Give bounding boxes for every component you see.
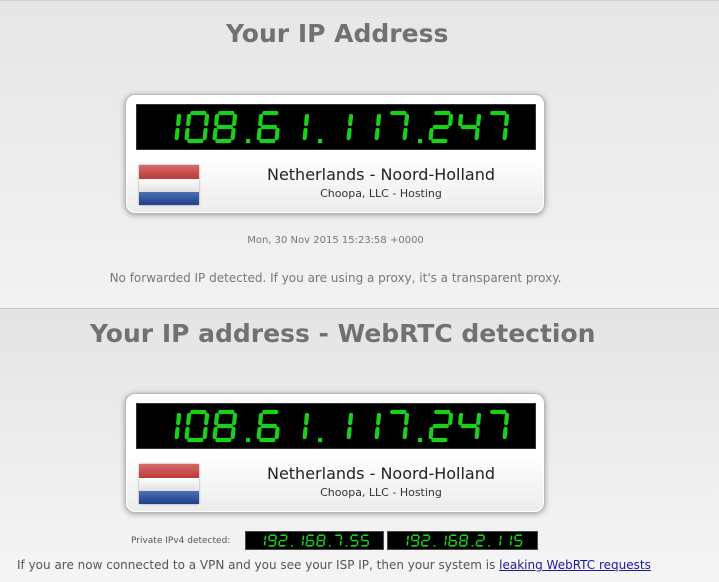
private-ip-digits-2 bbox=[406, 534, 523, 547]
led-digit bbox=[184, 110, 210, 144]
private-ip-display bbox=[387, 531, 538, 550]
led-digit bbox=[390, 409, 410, 440]
ip-card: Netherlands - Noord-Holland Choopa, LLC … bbox=[125, 94, 545, 214]
led-dot bbox=[318, 138, 323, 144]
webrtc-ip-card: Netherlands - Noord-Holland Choopa, LLC … bbox=[125, 393, 545, 513]
webrtc-isp-text: Choopa, LLC - Hosting bbox=[320, 486, 442, 499]
netherlands-flag-icon bbox=[139, 464, 199, 504]
vpn-note: If you are now connected to a VPN and yo… bbox=[17, 558, 651, 572]
private-ip-display bbox=[245, 531, 384, 550]
vpn-note-text: If you are now connected to a VPN and yo… bbox=[17, 558, 500, 572]
led-dot bbox=[318, 437, 323, 443]
led-digit bbox=[346, 412, 354, 440]
webrtc-title: Your IP address - WebRTC detection bbox=[90, 319, 596, 348]
led-digit bbox=[428, 409, 454, 443]
led-digit bbox=[335, 534, 343, 546]
forwarded-ip-note: No forwarded IP detected. If you are usi… bbox=[109, 271, 562, 285]
led-dot bbox=[246, 138, 251, 144]
location-text: Netherlands - Noord-Holland bbox=[266, 165, 496, 184]
led-digit bbox=[406, 535, 409, 546]
led-digit bbox=[360, 534, 370, 547]
led-digit bbox=[428, 110, 454, 144]
led-digit bbox=[448, 534, 458, 547]
led-digit bbox=[374, 113, 382, 141]
led-dot bbox=[418, 138, 423, 144]
private-ipv4-label: Private IPv4 detected: bbox=[131, 536, 231, 546]
webrtc-location-panel: Netherlands - Noord-Holland Choopa, LLC … bbox=[127, 456, 543, 511]
timestamp: Mon, 30 Nov 2015 15:23:58 +0000 bbox=[247, 235, 424, 246]
led-digit bbox=[268, 534, 277, 547]
led-digit bbox=[509, 535, 513, 546]
led-digit bbox=[458, 412, 482, 440]
led-dot bbox=[471, 545, 474, 547]
page-title: Your IP Address bbox=[226, 19, 449, 48]
led-dot bbox=[246, 437, 251, 443]
isp-text: Choopa, LLC - Hosting bbox=[320, 187, 442, 200]
led-digit bbox=[390, 110, 410, 141]
ip-display bbox=[136, 104, 536, 150]
led-dot bbox=[418, 437, 423, 443]
webrtc-ip-digits bbox=[174, 409, 510, 443]
led-digit bbox=[514, 534, 523, 547]
led-digit bbox=[212, 110, 238, 144]
led-digit bbox=[184, 409, 210, 443]
led-digit bbox=[350, 534, 359, 547]
led-dot bbox=[345, 545, 348, 547]
led-digit bbox=[305, 534, 315, 547]
led-digit bbox=[475, 534, 485, 547]
location-panel: Netherlands - Noord-Holland Choopa, LLC … bbox=[127, 157, 543, 212]
webrtc-location-text: Netherlands - Noord-Holland bbox=[266, 464, 496, 483]
led-digit bbox=[278, 534, 288, 547]
led-digit bbox=[458, 113, 482, 141]
led-digit bbox=[302, 412, 310, 440]
led-dot bbox=[488, 545, 490, 547]
led-digit bbox=[420, 534, 431, 547]
led-digit bbox=[444, 535, 447, 546]
led-digit bbox=[256, 409, 280, 443]
led-dot bbox=[328, 545, 331, 547]
led-digit bbox=[316, 534, 326, 547]
netherlands-flag-icon bbox=[139, 165, 199, 205]
led-digit bbox=[302, 113, 310, 141]
led-dot bbox=[290, 545, 293, 547]
led-digit bbox=[490, 110, 510, 141]
led-digit bbox=[174, 113, 182, 141]
leaking-webrtc-link[interactable]: leaking WebRTC requests bbox=[499, 558, 651, 572]
led-digit bbox=[374, 412, 382, 440]
led-digit bbox=[499, 535, 502, 546]
led-digit bbox=[410, 534, 420, 547]
private-ip-digits-1 bbox=[263, 534, 370, 547]
led-digit bbox=[212, 409, 238, 443]
led-digit bbox=[174, 412, 182, 440]
led-digit bbox=[346, 113, 354, 141]
webrtc-ip-display bbox=[136, 403, 536, 449]
led-digit bbox=[458, 534, 469, 547]
led-digit bbox=[256, 110, 280, 144]
led-digit bbox=[490, 409, 510, 440]
led-dot bbox=[433, 545, 436, 547]
ip-digits bbox=[174, 110, 510, 144]
led-digit bbox=[301, 535, 305, 546]
led-digit bbox=[263, 535, 267, 546]
